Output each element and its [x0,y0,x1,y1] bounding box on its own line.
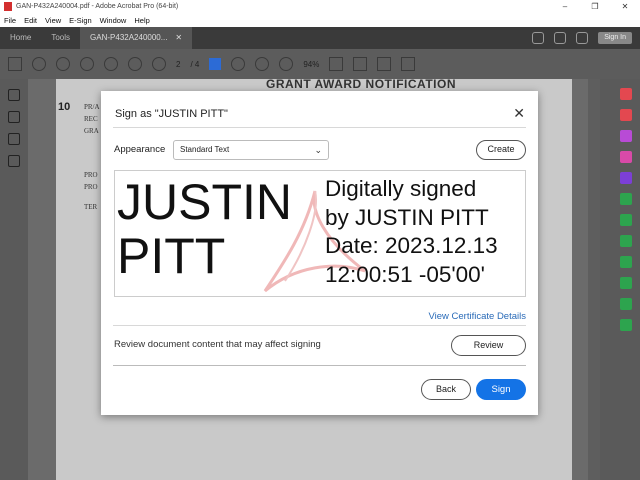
comment-tool-icon[interactable] [620,214,632,226]
tab-document[interactable]: GAN-P432A240000... ✕ [80,27,193,49]
review-description: Review document content that may affect … [114,339,321,350]
fit-page-icon[interactable] [329,57,344,71]
signature-detail-line: Digitally signed [325,176,477,201]
section-number: 10 [58,101,71,113]
sign-in-button[interactable]: Sign In [598,32,632,44]
export-pdf-icon[interactable] [620,193,632,205]
page-total: / 4 [190,59,200,69]
signature-detail-line: 12:00:51 -05'00' [325,261,485,287]
vertical-scrollbar[interactable] [588,79,600,480]
email-icon[interactable] [80,57,94,71]
chevron-down-icon: ⌄ [314,145,322,155]
acrobat-app-icon [4,2,12,11]
fill-sign-icon[interactable] [620,172,632,184]
zoom-level[interactable]: 94% [303,60,319,69]
pages-icon[interactable] [8,111,20,123]
menu-window[interactable]: Window [100,16,127,25]
left-navigation-rail [0,79,28,480]
window-title: GAN-P432A240004.pdf - Adobe Acrobat Pro … [16,3,179,10]
redact-icon[interactable] [620,298,632,310]
zoom-in-icon[interactable] [279,57,294,71]
divider [113,325,526,326]
signature-detail-line: Date: 2023.12.13 [325,233,498,258]
help-icon[interactable] [554,32,567,44]
prev-page-icon[interactable] [128,57,142,71]
document-heading: GRANT AWARD NOTIFICATION [266,77,456,91]
close-window-button[interactable]: ✕ [610,0,640,13]
menu-edit[interactable]: Edit [24,16,37,25]
search-icon[interactable] [104,57,118,71]
sign-button[interactable]: Sign [476,379,526,400]
menu-help[interactable]: Help [134,16,149,25]
tab-home[interactable]: Home [0,27,41,49]
bookmark-star-icon[interactable] [32,57,46,71]
signature-preview: JUSTIN PITT Digitally signed by JUSTIN P… [114,170,526,297]
zoom-out-icon[interactable] [255,57,270,71]
title-bar: GAN-P432A240004.pdf - Adobe Acrobat Pro … [0,0,640,13]
create-pdf-icon[interactable] [620,88,632,100]
review-button[interactable]: Review [451,335,526,356]
signature-details: Digitally signed by JUSTIN PITT Date: 20… [325,175,498,289]
back-button[interactable]: Back [421,379,471,400]
appearance-select[interactable]: Standard Text ⌄ [173,140,329,160]
menu-esign[interactable]: E-Sign [69,16,92,25]
tab-close-icon[interactable]: ✕ [175,27,182,49]
notifications-icon[interactable] [576,32,589,44]
tab-tools[interactable]: Tools [41,27,80,49]
dialog-title: Sign as "JUSTIN PITT" [115,108,228,120]
doc-line: REC [84,115,98,123]
more-tools-icon[interactable] [620,319,632,331]
highlight-icon[interactable] [401,57,416,71]
signature-name: JUSTIN PITT [117,175,292,283]
protect-icon[interactable] [620,256,632,268]
divider [113,365,526,366]
appearance-label: Appearance [114,144,166,155]
signature-name-line1: JUSTIN [117,174,292,230]
doc-line: GRA [84,127,99,135]
next-page-icon[interactable] [152,57,166,71]
tab-document-label: GAN-P432A240000... [90,33,168,42]
save-icon[interactable] [8,57,22,71]
page-current[interactable]: 2 [176,60,180,69]
combine-files-icon[interactable] [620,109,632,121]
sign-dialog: Sign as "JUSTIN PITT" ✕ Appearance Stand… [101,91,538,415]
menu-bar: File Edit View E-Sign Window Help [0,13,640,27]
create-button[interactable]: Create [476,140,526,160]
right-tools-rail [600,79,640,480]
view-certificate-link[interactable]: View Certificate Details [428,311,526,322]
doc-line: PRO [84,171,98,179]
organize-pages-icon[interactable] [620,130,632,142]
dialog-close-icon[interactable]: ✕ [513,105,525,122]
doc-line: TER [84,203,98,211]
signature-detail-line: by JUSTIN PITT [325,204,489,230]
scan-ocr-icon[interactable] [620,235,632,247]
hand-tool-icon[interactable] [231,57,246,71]
attachments-icon[interactable] [8,155,20,167]
edit-pdf-icon[interactable] [620,151,632,163]
signature-name-line2: PITT [117,228,226,284]
tab-bar: Home Tools GAN-P432A240000... ✕ Sign In [0,27,640,49]
toolbar: 2 / 4 94% [0,49,640,79]
menu-view[interactable]: View [45,16,61,25]
compress-icon[interactable] [620,277,632,289]
bookmarks-icon[interactable] [8,133,20,145]
tab-bar-right: Sign In [532,27,640,49]
maximize-button[interactable]: ❐ [580,0,610,13]
comment-icon[interactable] [377,57,392,71]
print-icon[interactable] [56,57,70,71]
select-tool-icon[interactable] [209,58,222,70]
info-icon[interactable] [8,89,20,101]
share-icon[interactable] [532,32,545,44]
divider [113,127,526,128]
scroll-mode-icon[interactable] [353,57,368,71]
menu-file[interactable]: File [4,16,16,25]
window-controls: – ❐ ✕ [550,0,640,13]
minimize-button[interactable]: – [550,0,580,13]
doc-line: PR/A [84,103,100,111]
appearance-select-value: Standard Text [180,145,230,154]
doc-line: PRO [84,183,98,191]
